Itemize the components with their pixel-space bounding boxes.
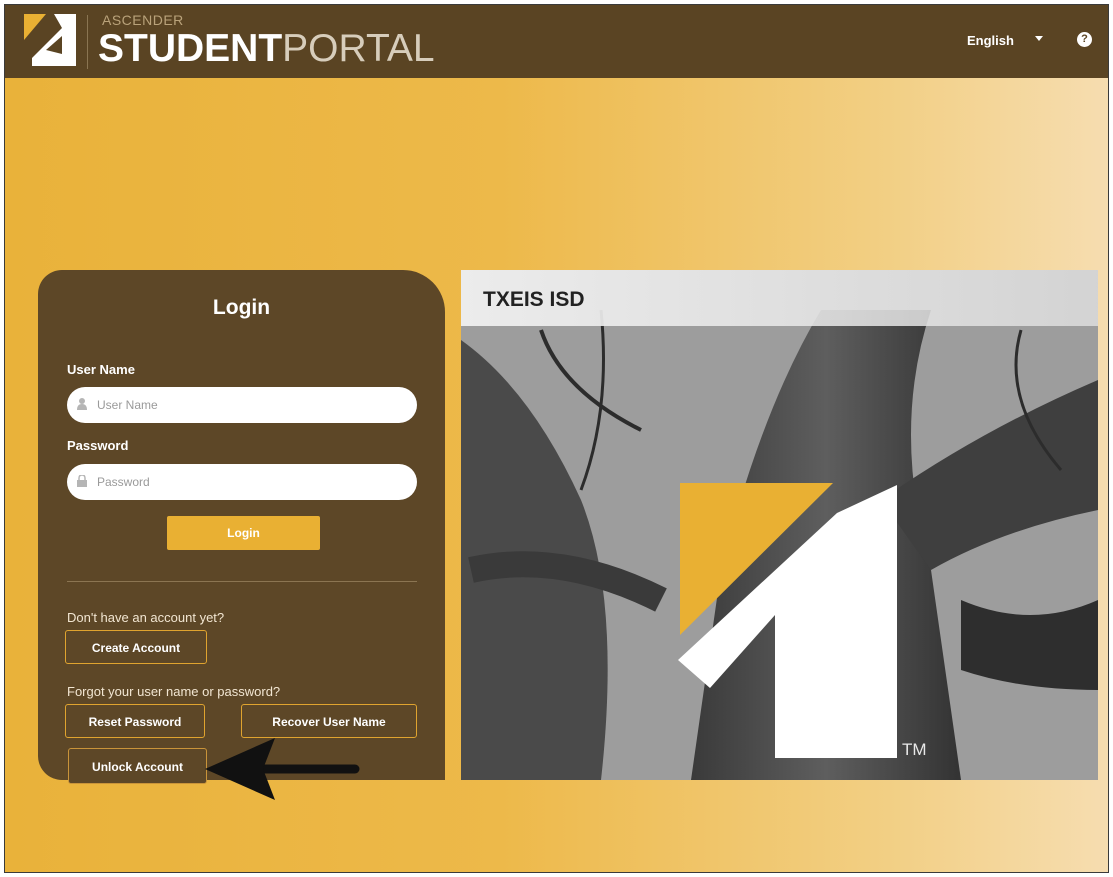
arrow-left-icon <box>205 738 360 800</box>
trademark-label: TM <box>902 740 927 759</box>
username-input[interactable]: User Name <box>67 387 417 423</box>
password-input[interactable]: Password <box>67 464 417 500</box>
brand-title: STUDENTPORTAL <box>98 25 435 73</box>
password-label: Password <box>67 438 129 453</box>
district-image-card: TXEIS ISD TM <box>461 270 1098 780</box>
header-bar: ASCENDER STUDENTPORTAL English ? <box>5 5 1108 78</box>
login-panel: Login User Name User Name Password Passw… <box>38 270 445 784</box>
brand-title-bold: STUDENT <box>98 27 283 70</box>
district-name: TXEIS ISD <box>483 288 585 311</box>
chevron-down-icon[interactable] <box>1035 36 1043 41</box>
reset-password-button[interactable]: Reset Password <box>65 704 205 738</box>
brand-title-light: PORTAL <box>282 27 435 70</box>
divider <box>67 581 417 582</box>
user-icon <box>77 398 87 410</box>
login-title: Login <box>212 296 271 319</box>
forgot-text: Forgot your user name or password? <box>67 684 281 699</box>
language-selector[interactable]: English <box>967 33 1014 48</box>
lock-icon <box>77 475 87 487</box>
logo-divider <box>87 15 88 69</box>
help-icon[interactable]: ? <box>1077 32 1092 47</box>
login-button[interactable]: Login <box>167 516 320 550</box>
unlock-account-button[interactable]: Unlock Account <box>68 748 207 784</box>
ascender-logo-icon <box>24 14 76 66</box>
recover-username-button[interactable]: Recover User Name <box>241 704 417 738</box>
tree-photo <box>461 270 1098 780</box>
username-label: User Name <box>67 362 135 377</box>
no-account-text: Don't have an account yet? <box>67 610 225 625</box>
password-placeholder: Password <box>97 475 150 489</box>
create-account-button[interactable]: Create Account <box>65 630 207 664</box>
page-frame: ASCENDER STUDENTPORTAL English ? Login U… <box>4 4 1109 873</box>
username-placeholder: User Name <box>97 398 158 412</box>
